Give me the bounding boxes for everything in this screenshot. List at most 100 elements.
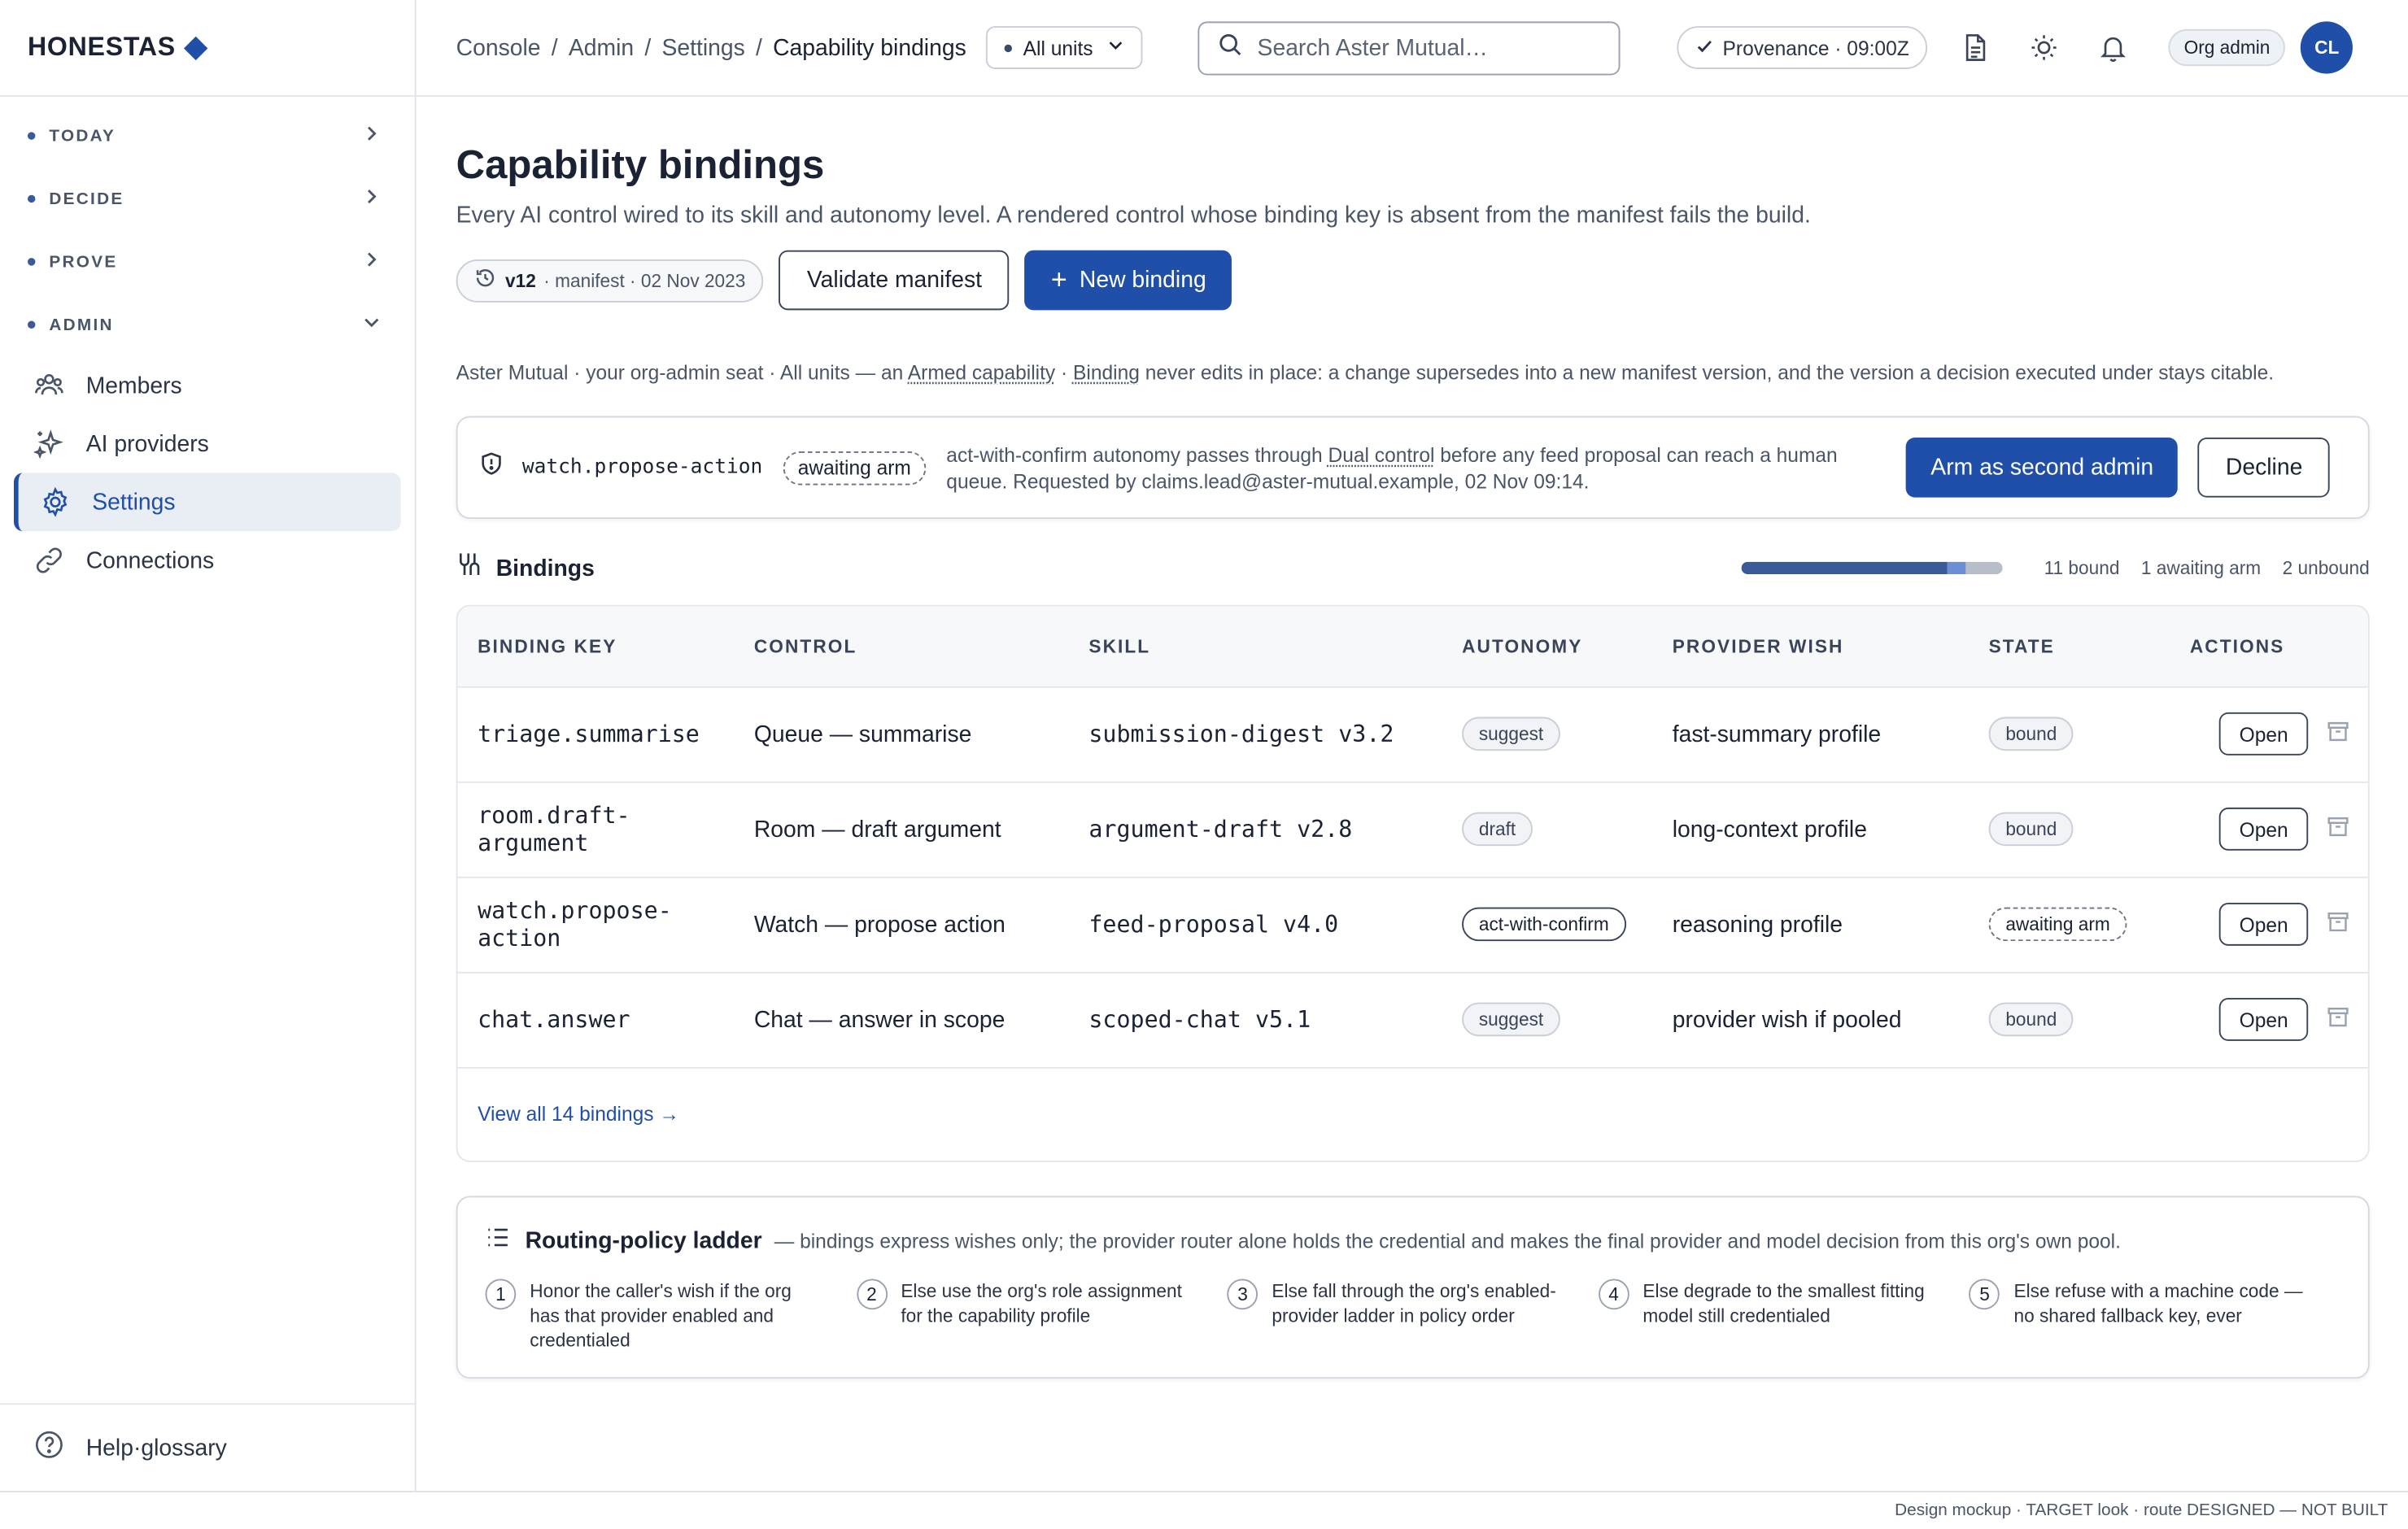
binding-key-cell: room.draft-argument — [457, 781, 735, 878]
bindings-progress-bar — [1741, 561, 2003, 574]
bullet-icon — [1004, 43, 1013, 52]
ladder-step: 4 Else degrade to the smallest fitting m… — [1598, 1278, 1970, 1353]
context-text: Aster Mutual · your org-admin seat · All… — [456, 360, 908, 384]
column-header: BINDING KEY — [457, 606, 735, 687]
column-header: STATE — [1969, 606, 2170, 687]
ladder-step: 3 Else fall through the org's enabled-pr… — [1227, 1278, 1599, 1353]
view-all-bindings-link[interactable]: View all 14 bindings → — [458, 1068, 2368, 1160]
arm-request-card: watch.propose-action awaiting arm act-wi… — [456, 416, 2370, 520]
arm-message-text: act-with-confirm autonomy passes through — [946, 442, 1328, 466]
manifest-version: v12 — [505, 269, 536, 291]
column-header: SKILL — [1068, 606, 1442, 687]
actions-cell: Open — [2170, 876, 2368, 973]
ladder-steps: 1 Honor the caller's wish if the org has… — [485, 1278, 2340, 1353]
control-cell: Room — draft argument — [734, 781, 1069, 878]
context-text: never edits in place: a change supersede… — [1139, 360, 2275, 384]
archive-icon[interactable] — [2327, 814, 2349, 843]
open-button[interactable]: Open — [2219, 807, 2309, 851]
sidebar-item-connections[interactable]: Connections — [14, 531, 401, 590]
theme-toggle-sun-icon[interactable] — [2022, 26, 2066, 69]
validate-manifest-button[interactable]: Validate manifest — [779, 250, 1010, 311]
skill-cell: scoped-chat v5.1 — [1068, 971, 1442, 1068]
glossary-link-armed-capability[interactable]: Armed capability — [908, 361, 1055, 384]
ladder-description: — bindings express wishes only; the prov… — [774, 1229, 2121, 1252]
bindings-table-card: BINDING KEY CONTROL SKILL AUTONOMY PROVI… — [456, 604, 2370, 1162]
progress-awaiting-segment — [1946, 561, 1965, 574]
ladder-step: 2 Else use the org's role assignment for… — [856, 1278, 1228, 1353]
actions-cell: Open — [2170, 686, 2368, 782]
routing-policy-ladder: Routing-policy ladder — bindings express… — [456, 1195, 2370, 1379]
autonomy-badge: act-with-confirm — [1462, 907, 1626, 942]
bullet-icon — [27, 320, 36, 329]
state-cell: awaiting arm — [1969, 876, 2170, 973]
glossary-link-dual-control[interactable]: Dual control — [1328, 443, 1435, 466]
provider-wish-cell: reasoning profile — [1652, 876, 1970, 973]
design-mockup-note: Design mockup · TARGET look · route DESI… — [1895, 1501, 2388, 1520]
decline-button[interactable]: Decline — [2197, 437, 2331, 498]
open-button[interactable]: Open — [2219, 998, 2309, 1041]
control-cell: Queue — summarise — [734, 686, 1069, 782]
sidebar-item-ai-providers[interactable]: AI providers — [14, 415, 401, 473]
column-header: PROVIDER WISH — [1652, 606, 1970, 687]
actions-cell: Open — [2170, 781, 2368, 878]
bell-icon[interactable] — [2092, 26, 2135, 69]
provider-wish-cell: long-context profile — [1652, 781, 1970, 878]
sidebar-item-members[interactable]: Members — [14, 356, 401, 415]
sidebar-item-settings[interactable]: Settings — [13, 473, 401, 532]
plus-icon: + — [1050, 264, 1067, 295]
members-icon — [34, 370, 65, 401]
unit-select-value: All units — [1023, 36, 1093, 59]
arm-request-state-badge: awaiting arm — [782, 451, 927, 485]
table-row: watch.propose-action Watch — propose act… — [457, 876, 2368, 973]
control-cell: Watch — propose action — [734, 876, 1069, 973]
skill-cell: feed-proposal v4.0 — [1068, 876, 1442, 973]
skill-cell: argument-draft v2.8 — [1068, 781, 1442, 878]
glossary-link-binding[interactable]: Binding — [1073, 361, 1140, 384]
history-icon — [474, 267, 495, 293]
breadcrumb-console[interactable]: Console — [456, 34, 541, 60]
nav-section-label: DECIDE — [49, 189, 124, 208]
search-placeholder: Search Aster Mutual… — [1257, 34, 1488, 61]
breadcrumb-separator: / — [755, 34, 762, 61]
breadcrumb-settings[interactable]: Settings — [661, 34, 744, 60]
autonomy-badge: draft — [1462, 812, 1533, 847]
arm-as-second-admin-button[interactable]: Arm as second admin — [1906, 437, 2179, 498]
skill-cell: submission-digest v3.2 — [1068, 686, 1442, 782]
provenance-badge[interactable]: Provenance · 09:00Z — [1676, 26, 1928, 69]
chevron-down-icon — [1107, 37, 1124, 58]
nav-section-today[interactable]: TODAY — [0, 104, 415, 167]
link-icon — [34, 545, 65, 576]
provenance-label: Provenance · 09:00Z — [1722, 36, 1909, 59]
nav-section-admin[interactable]: ADMIN — [0, 294, 415, 356]
unit-select[interactable]: All units — [986, 26, 1142, 69]
step-text: Else fall through the org's enabled-prov… — [1272, 1279, 1556, 1326]
document-icon[interactable] — [1953, 26, 1996, 69]
actions-cell: Open — [2170, 971, 2368, 1068]
state-cell: bound — [1969, 781, 2170, 878]
sidebar-item-label: AI providers — [85, 430, 209, 457]
state-cell: bound — [1969, 686, 2170, 782]
help-glossary-link[interactable]: Help·glossary — [0, 1403, 415, 1491]
chevron-right-icon — [362, 187, 381, 210]
avatar[interactable]: CL — [2301, 21, 2353, 74]
state-cell: bound — [1969, 971, 2170, 1068]
brand-diamond-icon — [184, 35, 209, 60]
new-binding-button[interactable]: + New binding — [1024, 250, 1232, 311]
open-button[interactable]: Open — [2219, 902, 2309, 946]
step-text: Else refuse with a machine code — no sha… — [2013, 1279, 2303, 1326]
brand-logo[interactable]: HONESTAS — [0, 0, 415, 97]
binding-key-cell: chat.answer — [457, 971, 735, 1068]
nav-section-decide[interactable]: DECIDE — [0, 168, 415, 230]
archive-icon[interactable] — [2327, 719, 2349, 748]
breadcrumb-admin[interactable]: Admin — [569, 34, 634, 60]
sparkle-icon — [33, 429, 65, 460]
archive-icon[interactable] — [2327, 909, 2349, 939]
nav-section-prove[interactable]: PROVE — [0, 230, 415, 293]
open-button[interactable]: Open — [2219, 712, 2309, 756]
page-actions: v12 · manifest · 02 Nov 2023 Validate ma… — [456, 250, 2370, 311]
archive-icon[interactable] — [2327, 1004, 2349, 1034]
manifest-version-chip[interactable]: v12 · manifest · 02 Nov 2023 — [456, 259, 765, 302]
column-header: ACTIONS — [2170, 606, 2368, 687]
nav-section-label: TODAY — [49, 126, 116, 146]
search-input[interactable]: Search Aster Mutual… — [1197, 20, 1621, 75]
